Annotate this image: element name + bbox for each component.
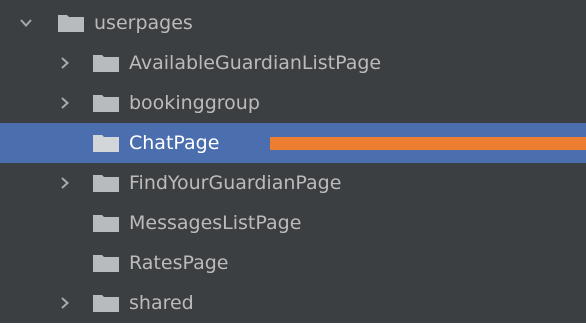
folder-icon <box>93 135 119 152</box>
tree-item-userpages[interactable]: userpages <box>0 3 586 43</box>
highlight-marker <box>270 137 586 150</box>
chevron-right-icon[interactable] <box>58 96 72 110</box>
folder-icon <box>93 55 119 72</box>
tree-item-chatpage[interactable]: ChatPage <box>0 123 586 163</box>
folder-icon <box>93 95 119 112</box>
tree-item-shared[interactable]: shared <box>0 283 586 323</box>
tree-item-label: ChatPage <box>129 132 220 154</box>
tree-item-label: RatesPage <box>129 252 229 274</box>
tree-item-availableguardianlistpage[interactable]: AvailableGuardianListPage <box>0 43 586 83</box>
tree-item-findyourguardianpage[interactable]: FindYourGuardianPage <box>0 163 586 203</box>
chevron-right-icon[interactable] <box>58 176 72 190</box>
tree-item-bookinggroup[interactable]: bookinggroup <box>0 83 586 123</box>
tree-item-label: userpages <box>94 12 193 34</box>
folder-icon <box>58 15 84 32</box>
tree-item-label: FindYourGuardianPage <box>129 172 342 194</box>
tree-item-ratespage[interactable]: RatesPage <box>0 243 586 283</box>
folder-icon <box>93 215 119 232</box>
folder-icon <box>93 295 119 312</box>
folder-icon <box>93 175 119 192</box>
chevron-right-icon[interactable] <box>58 296 72 310</box>
tree-item-label: AvailableGuardianListPage <box>129 52 382 74</box>
tree-item-messageslistpage[interactable]: MessagesListPage <box>0 203 586 243</box>
tree-item-label: shared <box>129 292 194 314</box>
tree-item-label: MessagesListPage <box>129 212 302 234</box>
project-tree-panel: userpages AvailableGuardianListPage book… <box>0 0 586 327</box>
chevron-right-icon[interactable] <box>58 56 72 70</box>
project-tree: userpages AvailableGuardianListPage book… <box>0 3 586 323</box>
tree-item-label: bookinggroup <box>129 92 260 114</box>
chevron-down-icon[interactable] <box>19 16 33 30</box>
folder-icon <box>93 255 119 272</box>
